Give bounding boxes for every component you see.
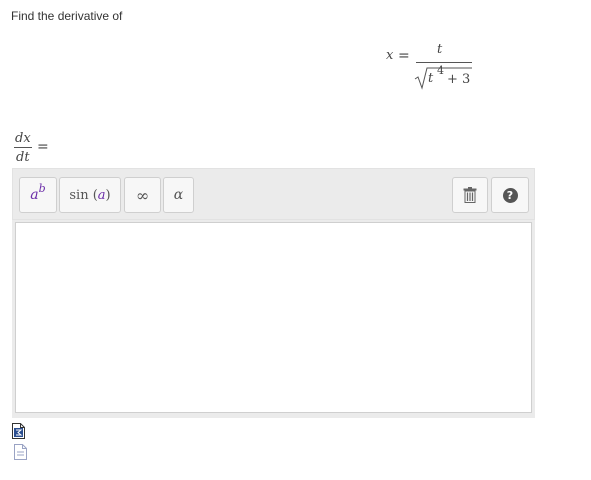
radicand-constant: 3 (462, 72, 471, 87)
greek-button[interactable]: α (163, 177, 194, 213)
exponent-button[interactable]: ab (19, 177, 57, 213)
exponent-icon: ab (30, 182, 46, 203)
equation-variable: x (386, 48, 394, 63)
math-document-icon[interactable] (12, 423, 25, 439)
help-button[interactable]: ? (491, 177, 529, 213)
answer-area (12, 220, 535, 418)
delete-button[interactable] (452, 177, 488, 213)
radicand-base: t (428, 71, 434, 86)
question-prompt: Find the derivative of (11, 9, 123, 23)
derivative-fraction-bar (14, 147, 32, 148)
math-toolbar: ab sin (a) ∞ α ? (12, 168, 535, 220)
infinity-icon: ∞ (135, 185, 150, 205)
answer-input[interactable] (15, 222, 532, 413)
derivative-numerator: dx (15, 131, 31, 146)
document-icon[interactable] (14, 444, 27, 460)
radicand-plus: + (447, 72, 458, 87)
function-button[interactable]: sin (a) (59, 177, 121, 213)
equation-equals: = (398, 48, 410, 64)
derivative-denominator: dt (16, 150, 30, 165)
trash-icon (463, 187, 477, 203)
equation-numerator: t (437, 42, 443, 57)
derivative-equals: = (37, 139, 49, 155)
greek-alpha-icon: α (173, 187, 184, 203)
function-icon: sin (a) (69, 187, 111, 203)
help-icon: ? (502, 187, 518, 203)
infinity-button[interactable]: ∞ (124, 177, 161, 213)
radicand-exponent: 4 (437, 64, 444, 77)
